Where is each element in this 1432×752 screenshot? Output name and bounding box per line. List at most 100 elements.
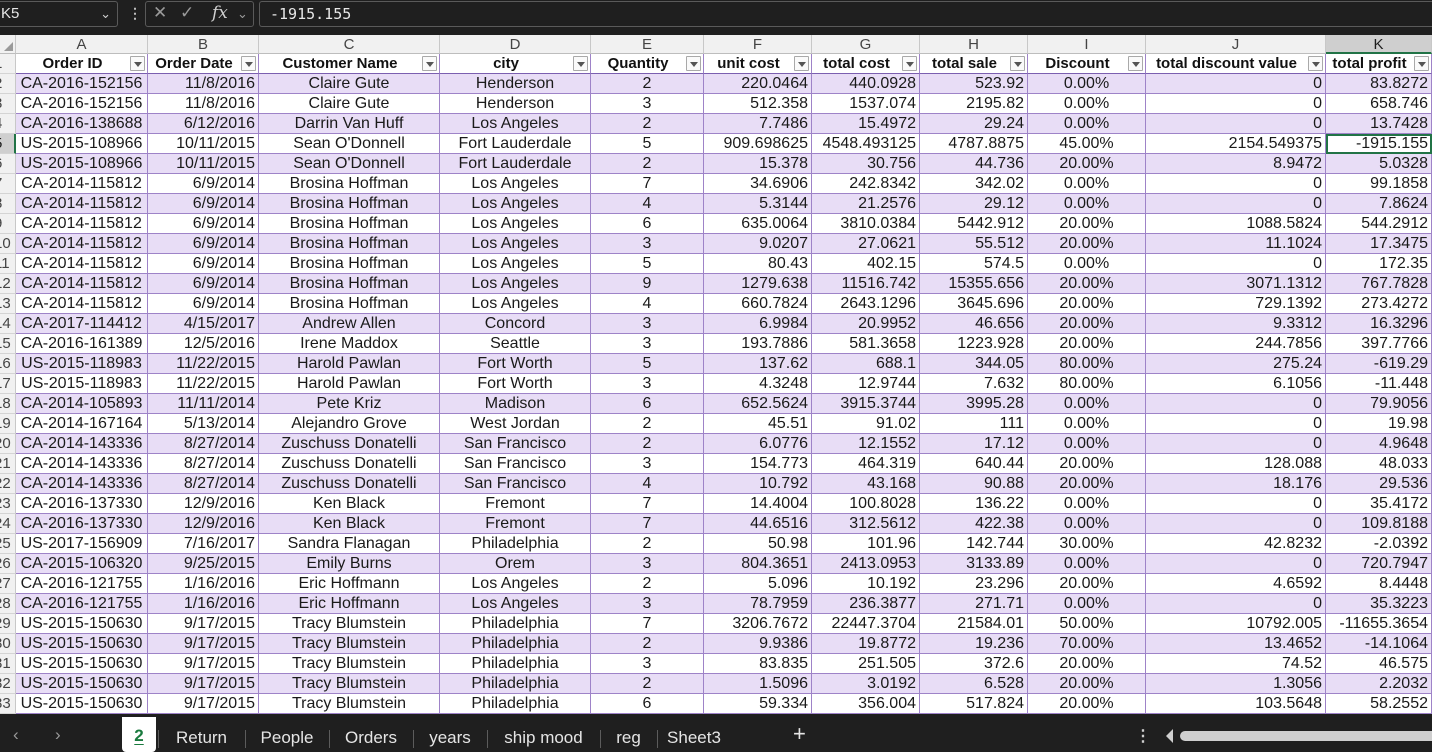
cell-e12[interactable]: 9 <box>591 274 704 294</box>
cell-j12[interactable]: 3071.1312 <box>1146 274 1326 294</box>
cell-c21[interactable]: Zuschuss Donatelli <box>259 454 440 474</box>
cell-b29[interactable]: 9/17/2015 <box>148 614 259 634</box>
row-number[interactable]: 28 <box>0 594 16 614</box>
cell-g7[interactable]: 242.8342 <box>812 174 920 194</box>
row-number[interactable]: 9 <box>0 214 16 234</box>
cell-h11[interactable]: 574.5 <box>920 254 1028 274</box>
cell-g15[interactable]: 581.3658 <box>812 334 920 354</box>
cell-d13[interactable]: Los Angeles <box>440 294 591 314</box>
cell-a23[interactable]: CA-2016-137330 <box>16 494 148 514</box>
cell-i23[interactable]: 0.00% <box>1028 494 1146 514</box>
cell-j33[interactable]: 103.5648 <box>1146 694 1326 714</box>
cell-h30[interactable]: 19.236 <box>920 634 1028 654</box>
filter-dropdown-icon[interactable] <box>573 56 588 71</box>
cell-g12[interactable]: 11516.742 <box>812 274 920 294</box>
cell-g11[interactable]: 402.15 <box>812 254 920 274</box>
cell-i33[interactable]: 20.00% <box>1028 694 1146 714</box>
column-header-e[interactable]: E <box>591 35 704 54</box>
previous-sheet-icon[interactable]: ‹ <box>13 725 19 745</box>
header-total-cost[interactable]: total cost <box>812 54 920 74</box>
cell-b2[interactable]: 11/8/2016 <box>148 74 259 94</box>
cell-h4[interactable]: 29.24 <box>920 114 1028 134</box>
cell-c13[interactable]: Brosina Hoffman <box>259 294 440 314</box>
cell-g5[interactable]: 4548.493125 <box>812 134 920 154</box>
row-number[interactable]: 17 <box>0 374 16 394</box>
cell-f24[interactable]: 44.6516 <box>704 514 812 534</box>
sheet-tab-ship-mood[interactable]: ship mood <box>487 717 600 752</box>
cell-k27[interactable]: 8.4448 <box>1326 574 1432 594</box>
cell-d19[interactable]: West Jordan <box>440 414 591 434</box>
cell-c5[interactable]: Sean O'Donnell <box>259 134 440 154</box>
cell-k10[interactable]: 17.3475 <box>1326 234 1432 254</box>
cell-k21[interactable]: 48.033 <box>1326 454 1432 474</box>
cell-e15[interactable]: 3 <box>591 334 704 354</box>
cell-d14[interactable]: Concord <box>440 314 591 334</box>
cell-a12[interactable]: CA-2014-115812 <box>16 274 148 294</box>
cell-c22[interactable]: Zuschuss Donatelli <box>259 474 440 494</box>
cell-e9[interactable]: 6 <box>591 214 704 234</box>
cell-e3[interactable]: 3 <box>591 94 704 114</box>
cell-j4[interactable]: 0 <box>1146 114 1326 134</box>
cell-e22[interactable]: 4 <box>591 474 704 494</box>
cell-i3[interactable]: 0.00% <box>1028 94 1146 114</box>
sheet-tab-sheet3[interactable]: Sheet3 <box>657 717 731 752</box>
more-options-icon[interactable]: ⋮ <box>128 5 142 22</box>
cell-a10[interactable]: CA-2014-115812 <box>16 234 148 254</box>
cell-i32[interactable]: 20.00% <box>1028 674 1146 694</box>
cell-i28[interactable]: 0.00% <box>1028 594 1146 614</box>
cell-j16[interactable]: 275.24 <box>1146 354 1326 374</box>
cell-g24[interactable]: 312.5612 <box>812 514 920 534</box>
cell-e10[interactable]: 3 <box>591 234 704 254</box>
cell-c20[interactable]: Zuschuss Donatelli <box>259 434 440 454</box>
cell-c19[interactable]: Alejandro Grove <box>259 414 440 434</box>
cell-c16[interactable]: Harold Pawlan <box>259 354 440 374</box>
cell-d2[interactable]: Henderson <box>440 74 591 94</box>
cell-j11[interactable]: 0 <box>1146 254 1326 274</box>
cell-b24[interactable]: 12/9/2016 <box>148 514 259 534</box>
cell-b33[interactable]: 9/17/2015 <box>148 694 259 714</box>
cell-i22[interactable]: 20.00% <box>1028 474 1146 494</box>
cell-f29[interactable]: 3206.7672 <box>704 614 812 634</box>
cell-h21[interactable]: 640.44 <box>920 454 1028 474</box>
cell-i29[interactable]: 50.00% <box>1028 614 1146 634</box>
cell-d8[interactable]: Los Angeles <box>440 194 591 214</box>
cell-a5[interactable]: US-2015-108966 <box>16 134 148 154</box>
cell-f33[interactable]: 59.334 <box>704 694 812 714</box>
cell-b20[interactable]: 8/27/2014 <box>148 434 259 454</box>
cell-g17[interactable]: 12.9744 <box>812 374 920 394</box>
cell-b31[interactable]: 9/17/2015 <box>148 654 259 674</box>
cell-a9[interactable]: CA-2014-115812 <box>16 214 148 234</box>
cell-a3[interactable]: CA-2016-152156 <box>16 94 148 114</box>
cell-i2[interactable]: 0.00% <box>1028 74 1146 94</box>
cell-a2[interactable]: CA-2016-152156 <box>16 74 148 94</box>
cell-e6[interactable]: 2 <box>591 154 704 174</box>
cell-g20[interactable]: 12.1552 <box>812 434 920 454</box>
cell-b18[interactable]: 11/11/2014 <box>148 394 259 414</box>
cell-f26[interactable]: 804.3651 <box>704 554 812 574</box>
cell-i27[interactable]: 20.00% <box>1028 574 1146 594</box>
cell-c9[interactable]: Brosina Hoffman <box>259 214 440 234</box>
cell-e20[interactable]: 2 <box>591 434 704 454</box>
cell-a13[interactable]: CA-2014-115812 <box>16 294 148 314</box>
column-header-f[interactable]: F <box>704 35 812 54</box>
cell-e32[interactable]: 2 <box>591 674 704 694</box>
cell-c33[interactable]: Tracy Blumstein <box>259 694 440 714</box>
next-sheet-icon[interactable]: › <box>55 725 61 745</box>
cell-k9[interactable]: 544.2912 <box>1326 214 1432 234</box>
cell-b6[interactable]: 10/11/2015 <box>148 154 259 174</box>
cell-g19[interactable]: 91.02 <box>812 414 920 434</box>
cell-a14[interactable]: CA-2017-114412 <box>16 314 148 334</box>
cell-e13[interactable]: 4 <box>591 294 704 314</box>
cell-b17[interactable]: 11/22/2015 <box>148 374 259 394</box>
cell-a25[interactable]: US-2017-156909 <box>16 534 148 554</box>
cell-h9[interactable]: 5442.912 <box>920 214 1028 234</box>
cell-f31[interactable]: 83.835 <box>704 654 812 674</box>
cell-k32[interactable]: 2.2032 <box>1326 674 1432 694</box>
cell-f3[interactable]: 512.358 <box>704 94 812 114</box>
row-number[interactable]: 1 <box>0 54 16 74</box>
cell-j8[interactable]: 0 <box>1146 194 1326 214</box>
cell-k23[interactable]: 35.4172 <box>1326 494 1432 514</box>
column-header-k[interactable]: K <box>1326 35 1432 54</box>
cell-f22[interactable]: 10.792 <box>704 474 812 494</box>
cell-k16[interactable]: -619.29 <box>1326 354 1432 374</box>
